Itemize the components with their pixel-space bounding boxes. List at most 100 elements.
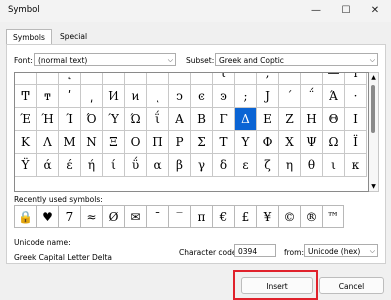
symbol-cell[interactable]: ͼ (191, 85, 213, 108)
character-code-input[interactable]: 0394 (234, 244, 276, 257)
symbol-cell[interactable]: ̋ (191, 73, 213, 85)
symbol-cell[interactable]: Γ (213, 108, 235, 131)
symbol-cell[interactable]: Ό (81, 108, 103, 131)
symbol-cell[interactable]: Ή (37, 108, 59, 131)
symbol-cell[interactable]: Ι (345, 108, 367, 131)
symbol-cell[interactable]: Ϳ (257, 85, 279, 108)
recent-symbol[interactable]: ≈ (80, 205, 102, 228)
symbol-cell[interactable]: ΐ (147, 108, 169, 131)
symbol-cell[interactable]: η (279, 154, 301, 177)
symbol-cell[interactable]: ί (213, 73, 235, 85)
symbol-cell[interactable]: Ρ (169, 131, 191, 154)
symbol-cell[interactable]: Θ (323, 108, 345, 131)
symbol-cell[interactable]: Κ (15, 131, 37, 154)
scroll-down-icon[interactable]: ▼ (369, 182, 378, 191)
symbol-cell[interactable]: ‘ (279, 73, 301, 85)
symbol-cell[interactable]: ΅ (301, 85, 323, 108)
symbol-cell[interactable]: έ (59, 154, 81, 177)
symbol-cell[interactable]: κ (345, 154, 367, 177)
symbol-cell[interactable]: ά (37, 154, 59, 177)
symbol-cell[interactable]: ή (81, 154, 103, 177)
grid-scrollbar[interactable]: ▲ ▼ (369, 72, 379, 192)
symbol-cell[interactable]: ͺ (147, 85, 169, 108)
symbol-cell[interactable]: Σ (191, 131, 213, 154)
maximize-icon[interactable]: ☐ (331, 0, 361, 22)
symbol-cell[interactable]: ͻ (169, 85, 191, 108)
symbol-cell[interactable]: Π (147, 131, 169, 154)
symbol-cell[interactable]: ί (103, 154, 125, 177)
symbol-cell[interactable]: ˝ (103, 73, 125, 85)
symbol-cell[interactable]: δ (213, 154, 235, 177)
symbol-cell[interactable]: Λ (37, 131, 59, 154)
recent-symbol-lock-icon[interactable]: 🔒 (14, 205, 36, 228)
symbol-cell[interactable]: ˜ (81, 73, 103, 85)
symbol-cell[interactable]: Ά (323, 85, 345, 108)
symbol-cell[interactable]: Ε (257, 108, 279, 131)
recent-symbol[interactable]: Ø (102, 205, 124, 228)
recent-symbol[interactable]: ¥ (256, 205, 278, 228)
scroll-thumb[interactable] (371, 85, 375, 133)
symbol-cell[interactable]: Υ (235, 131, 257, 154)
symbol-cell[interactable]: ̉ (147, 73, 169, 85)
symbol-cell[interactable]: , (257, 73, 279, 85)
symbol-cell[interactable]: — (323, 73, 345, 85)
minimize-icon[interactable]: — (301, 0, 331, 22)
symbol-cell[interactable]: Α (169, 108, 191, 131)
tab-special-characters[interactable]: Special Characters (54, 29, 107, 56)
symbol-cell[interactable]: ˙ (15, 73, 37, 85)
symbol-cell[interactable]: γ (191, 154, 213, 177)
symbol-cell[interactable]: β (169, 154, 191, 177)
symbol-cell[interactable]: Ξ (103, 131, 125, 154)
symbol-cell[interactable]: ̃ (125, 73, 147, 85)
symbol-cell[interactable]: ΄ (279, 85, 301, 108)
symbol-cell[interactable]: Ζ (279, 108, 301, 131)
symbol-cell[interactable]: Β (191, 108, 213, 131)
symbol-cell[interactable]: Χ (279, 131, 301, 154)
symbol-cell[interactable]: α (147, 154, 169, 177)
symbol-cell[interactable]: ̊ (169, 73, 191, 85)
symbol-cell[interactable]: ͳ (37, 85, 59, 108)
recent-symbol[interactable]: 7 (58, 205, 80, 228)
font-dropdown[interactable]: (normal text) ⌵ (34, 53, 176, 66)
symbol-cell[interactable]: θ (301, 154, 323, 177)
symbol-cell[interactable]: Έ (15, 108, 37, 131)
symbol-cell[interactable]: Ψ (301, 131, 323, 154)
symbol-cell-selected[interactable]: Δ (235, 108, 257, 131)
from-dropdown[interactable]: Unicode (hex) ⌵ (304, 244, 378, 257)
close-icon[interactable]: ✕ (360, 0, 390, 22)
recent-symbol[interactable]: ™ (322, 205, 344, 228)
symbol-cell[interactable]: ˛ (59, 73, 81, 85)
symbol-cell[interactable]: Ώ (125, 108, 147, 131)
symbol-cell[interactable]: Ͳ (15, 85, 37, 108)
symbol-cell[interactable]: ° (37, 73, 59, 85)
symbol-cell[interactable]: Ύ (103, 108, 125, 131)
symbol-cell[interactable]: Ϋ (15, 154, 37, 177)
symbol-cell[interactable]: Η (301, 108, 323, 131)
symbol-cell[interactable]: ͷ (125, 85, 147, 108)
symbol-cell[interactable]: ; (235, 85, 257, 108)
symbol-cell[interactable]: Ͷ (103, 85, 125, 108)
symbol-cell[interactable]: ’ (301, 73, 323, 85)
symbol-cell[interactable]: Φ (257, 131, 279, 154)
symbol-cell[interactable]: Τ (213, 131, 235, 154)
symbol-cell[interactable]: ι (323, 154, 345, 177)
symbol-cell[interactable]: ̌ (235, 73, 257, 85)
symbol-cell[interactable]: Ω (323, 131, 345, 154)
symbol-cell[interactable]: ı (345, 73, 367, 85)
symbol-cell[interactable]: Ί (59, 108, 81, 131)
recent-symbol[interactable]: £ (234, 205, 256, 228)
scroll-up-icon[interactable]: ▲ (369, 73, 378, 82)
symbol-cell[interactable]: ͵ (81, 85, 103, 108)
subset-dropdown[interactable]: Greek and Coptic ⌵ (215, 53, 378, 66)
symbol-cell[interactable]: ε (235, 154, 257, 177)
recent-symbol[interactable]: € (212, 205, 234, 228)
symbol-cell[interactable]: ζ (257, 154, 279, 177)
symbol-cell[interactable]: ͽ (213, 85, 235, 108)
recent-symbol[interactable]: © (278, 205, 300, 228)
cancel-button[interactable]: Cancel (319, 277, 384, 294)
recent-symbol[interactable]: ® (300, 205, 322, 228)
symbol-cell[interactable]: ʹ (59, 85, 81, 108)
recent-symbol-envelope-icon[interactable]: ✉ (124, 205, 146, 228)
symbol-cell[interactable]: ΰ (125, 154, 147, 177)
symbol-cell[interactable]: Ϊ (345, 131, 367, 154)
